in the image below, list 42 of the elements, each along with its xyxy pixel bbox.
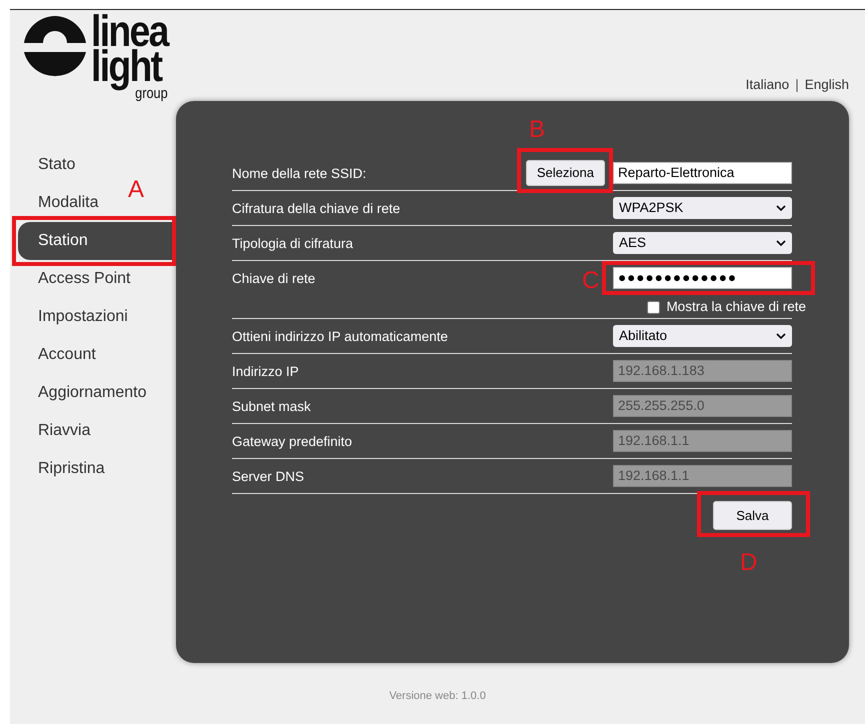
select-button[interactable]: Seleziona xyxy=(526,160,605,186)
ssid-field[interactable]: Reparto-Elettronica xyxy=(613,162,792,184)
field-label: Tipologia di cifratura xyxy=(232,235,354,253)
field-label: Subnet mask xyxy=(232,398,311,416)
dropdown[interactable]: WPA2PSK xyxy=(613,197,792,219)
annotation-label: A xyxy=(128,178,144,202)
sidebar-item[interactable]: Riavvia xyxy=(18,412,100,450)
field-label: Server DNS xyxy=(232,468,304,486)
chevron-icon xyxy=(776,240,786,247)
language-link[interactable]: Italiano xyxy=(746,74,790,95)
annotation-label: B xyxy=(529,118,546,142)
input-field: 255.255.255.0 xyxy=(613,395,792,417)
field-label: Cifratura della chiave di rete xyxy=(232,200,400,218)
sidebar-item[interactable]: Modalita xyxy=(18,184,108,222)
sidebar-item[interactable]: Access Point xyxy=(18,260,140,298)
sidebar-item[interactable]: Stato xyxy=(18,146,86,184)
field-label: Gateway predefinito xyxy=(232,433,352,451)
checkbox[interactable] xyxy=(647,300,660,314)
chevron-icon xyxy=(776,332,786,340)
field-label: Nome della rete SSID: xyxy=(232,165,366,183)
key-field[interactable]: ●●●●●●●●●●●●● xyxy=(613,267,792,289)
separator-text: | xyxy=(795,76,799,94)
sidebar-item[interactable]: Impostazioni xyxy=(18,298,138,336)
version-text: Versione web: 1.0.0 xyxy=(388,689,487,704)
field-label: Chiave di rete xyxy=(232,270,316,288)
annotation-label: D xyxy=(740,551,758,575)
field-label: Ottieni indirizzo IP automaticamente xyxy=(232,328,448,346)
annotation-label: C xyxy=(582,269,600,293)
input-field: 192.168.1.183 xyxy=(613,360,792,382)
input-field: 192.168.1.1 xyxy=(613,465,792,487)
sidebar-item[interactable]: Ripristina xyxy=(18,450,115,488)
input-field: 192.168.1.1 xyxy=(613,430,792,452)
dropdown[interactable]: AES xyxy=(613,232,792,254)
chevron-icon xyxy=(776,204,786,212)
checkbox-label: Mostra la chiave di rete xyxy=(666,298,806,316)
sidebar-item[interactable]: Aggiornamento xyxy=(18,374,157,412)
language-link[interactable]: English xyxy=(804,74,849,95)
logo-text: linea light group xyxy=(91,15,168,101)
dropdown[interactable]: Abilitato xyxy=(613,325,792,347)
field-label: Indirizzo IP xyxy=(232,363,299,381)
sidebar-item[interactable]: Account xyxy=(18,336,106,374)
save-button[interactable]: Salva xyxy=(713,501,792,530)
